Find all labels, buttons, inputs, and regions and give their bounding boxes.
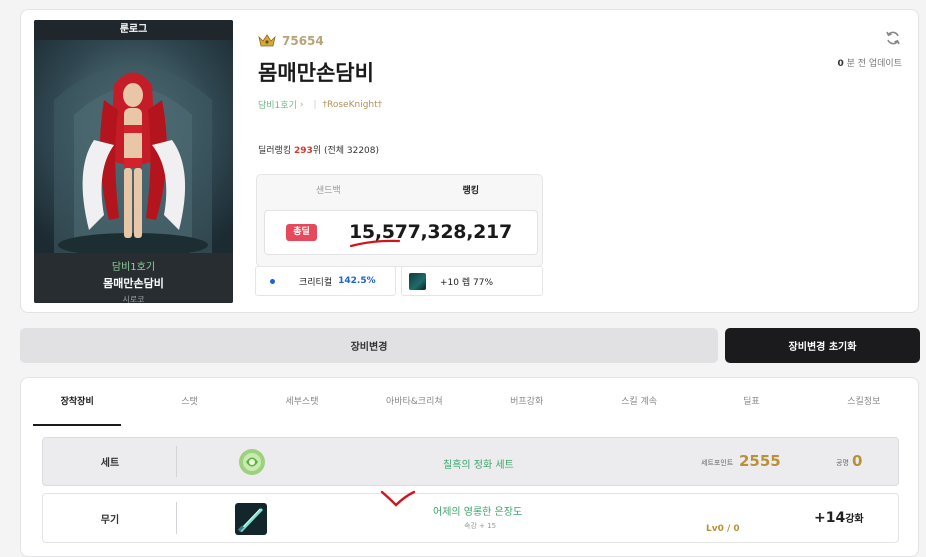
portrait-header: 룬로그: [34, 20, 233, 40]
divider: [176, 502, 177, 534]
tab-ranking[interactable]: 랭킹: [400, 175, 543, 207]
tab-detail-stats[interactable]: 세부스탯: [246, 378, 358, 426]
refresh-icon[interactable]: [885, 30, 901, 46]
red-underline-annotation: [349, 239, 401, 248]
tab-buff-enhance[interactable]: 버프강화: [471, 378, 583, 426]
adventure-name[interactable]: †RoseKnight†: [323, 100, 383, 110]
weapon-level: Lv0 / 0: [706, 524, 740, 534]
rank-value: 293: [294, 146, 313, 156]
weapon-element: 속강 + 15: [464, 522, 497, 530]
fame-crown-icon: [258, 34, 276, 47]
fame-row: 75654: [258, 33, 324, 49]
rank-prefix: 딜러랭킹: [258, 146, 292, 156]
guild-adventure-row: 담비1호기 › | †RoseKnight†: [258, 98, 383, 112]
character-illustration: [34, 40, 233, 253]
total-damage-badge: 총딜: [286, 224, 317, 241]
crit-label: 크리티컬: [299, 277, 333, 288]
dagger-icon: [235, 503, 267, 535]
update-count: 0: [837, 59, 844, 69]
tab-avatar-creature[interactable]: 아바타&크리쳐: [358, 378, 470, 426]
reinforce-value: +14: [814, 510, 846, 526]
set-emblem-icon: [239, 449, 265, 475]
tab-damage-table[interactable]: 딜표: [695, 378, 807, 426]
set-row-label: 세트: [100, 458, 120, 469]
dot-icon: [270, 278, 275, 284]
set-resonance-label: 공명: [836, 459, 849, 467]
separator: |: [313, 99, 317, 110]
tab-stats[interactable]: 스탯: [133, 378, 245, 426]
tab-sandbag[interactable]: 샌드백: [257, 175, 400, 207]
tab-skill-info[interactable]: 스킬정보: [808, 378, 920, 426]
equipment-reset-button[interactable]: 장비변경 초기화: [725, 328, 920, 363]
equipment-card: 장착장비 스탯 세부스탯 아바타&크리쳐 버프강화 스킬 계속 딜표 스킬정보 …: [20, 377, 919, 557]
guild-link[interactable]: 담비1호기: [258, 98, 297, 111]
update-label: 분 전 업데이트: [846, 59, 902, 69]
fame-value: 75654: [282, 34, 324, 48]
set-resonance-value: 0: [852, 452, 863, 470]
equipment-tabs: 장착장비 스탯 세부스탯 아바타&크리쳐 버프강화 스킬 계속 딜표 스킬정보: [21, 378, 920, 426]
damage-tabs: 샌드백 랭킹: [257, 175, 542, 207]
weapon-row-label: 무기: [100, 514, 120, 526]
set-name: 칠흑의 정화 세트: [443, 460, 514, 471]
profile-card: 룬로그 담비1호기 몸매만손담비 시로코 75654 몸매만손담비 담비1호기 …: [20, 9, 919, 313]
rank-suffix: 위 (전체 32208): [312, 146, 380, 156]
character-portrait: 룬로그 담비1호기 몸매만손담비 시로코: [34, 20, 233, 303]
weapon-row[interactable]: 무기 어제의 영롱한 은장도 속강 + 15 Lv0 / 0 +14강화: [42, 493, 899, 543]
equipment-change-button[interactable]: 장비변경: [20, 328, 718, 363]
chevron-right-icon: ›: [299, 99, 304, 110]
dealer-rank: 딜러랭킹 293위 (전체 32208): [258, 143, 379, 156]
set-point-value: 2555: [739, 452, 781, 470]
update-status: 0 분 전 업데이트: [837, 56, 902, 69]
reinforce-unit: 강화: [845, 514, 864, 525]
damage-panel: 샌드백 랭킹 총딜 15,577,328,217: [256, 174, 543, 267]
level-buff-text: +10 렙 77%: [440, 277, 493, 288]
set-row[interactable]: 세트 칠흑의 정화 세트 세트포인트 2555 공명 0: [42, 437, 899, 486]
total-damage-box: 총딜 15,577,328,217: [264, 210, 538, 255]
set-point-label: 세트포인트: [701, 459, 734, 467]
red-check-annotation: [380, 490, 416, 507]
weapon-reinforce: +14강화: [814, 510, 864, 526]
tab-equipped[interactable]: 장착장비: [21, 378, 133, 426]
tab-skill[interactable]: 스킬 계속: [583, 378, 695, 426]
skill-icon: [409, 272, 426, 290]
level-buff-box: +10 렙 77%: [401, 266, 543, 296]
character-name: 몸매만손담비: [258, 61, 374, 85]
weapon-name: 어제의 영롱한 은장도: [433, 507, 523, 518]
portrait-job: 시로코: [122, 295, 145, 303]
crit-value: 142.5%: [338, 276, 376, 286]
divider: [176, 446, 177, 477]
portrait-footer: 담비1호기 몸매만손담비 시로코: [34, 253, 233, 303]
portrait-guild: 담비1호기: [111, 262, 156, 273]
portrait-name: 몸매만손담비: [103, 277, 164, 290]
critical-buff-box: 크리티컬 142.5%: [255, 266, 396, 296]
